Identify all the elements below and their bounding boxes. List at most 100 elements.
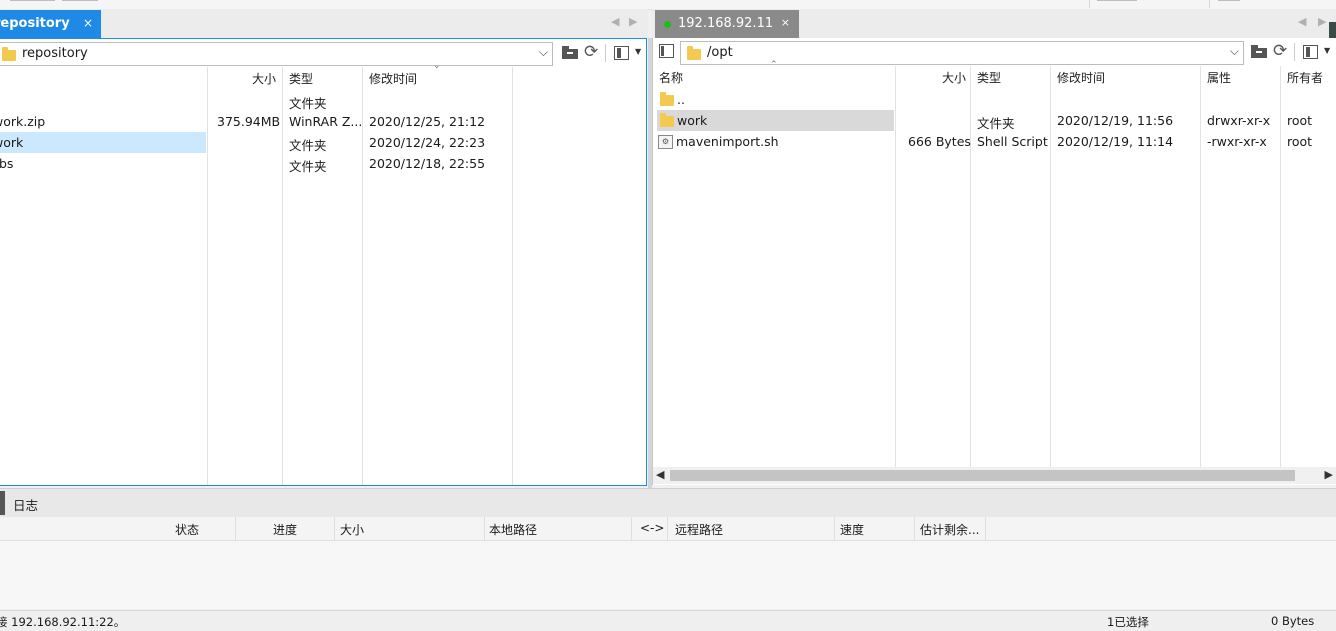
column-status[interactable]: 状态 [175, 521, 199, 538]
file-row-selected[interactable]: work [657, 110, 894, 131]
log-title[interactable]: 日志 [13, 495, 38, 514]
column-size[interactable]: 大小 [252, 70, 276, 87]
column-direction[interactable]: <-> [640, 521, 664, 535]
selection-size: 0 Bytes [1271, 614, 1315, 628]
tab-scroll-left-icon[interactable]: ◀ [1298, 15, 1306, 28]
remote-path-bar[interactable]: /opt ⌵ [680, 41, 1244, 65]
tab-scroll-right-icon[interactable]: ▶ [1318, 15, 1326, 28]
scroll-right-icon[interactable]: ▶ [1325, 468, 1333, 481]
transfer-column-header: 状态 进度 大小 本地路径 <-> 远程路径 速度 估计剩余... [0, 517, 1336, 541]
horizontal-scrollbar[interactable]: ◀ ▶ [653, 467, 1336, 484]
tab-local-repository[interactable]: repository × [0, 10, 101, 39]
file-type: WinRAR Z... [289, 114, 363, 129]
divider [1294, 43, 1295, 61]
tab-label: 192.168.92.11 [678, 16, 774, 31]
scrollbar-thumb[interactable] [670, 470, 1295, 481]
file-row-detail[interactable]: 文件夹 2020/12/24, 22:23 [207, 132, 637, 153]
file-name: work [0, 135, 24, 150]
file-row[interactable]: work.zip 375.94MB WinRAR Z... 2020/12/25… [0, 111, 640, 132]
refresh-icon[interactable]: ⟳ [1273, 43, 1291, 61]
sidebar-toggle-icon[interactable] [659, 44, 677, 62]
file-owner: root [1287, 134, 1313, 149]
chevron-down-icon[interactable]: ▼ [1324, 46, 1330, 55]
column-type[interactable]: 类型 [977, 69, 1001, 86]
folder-icon [687, 46, 701, 60]
file-row[interactable]: libs 文件夹 2020/12/18, 22:55 [0, 153, 640, 174]
chevron-down-icon[interactable]: ⌵ [1230, 44, 1239, 59]
chevron-down-icon[interactable]: ▼ [635, 47, 641, 56]
chevron-down-icon[interactable]: ⌵ [539, 45, 548, 60]
file-modified: 2020/12/24, 22:23 [369, 135, 486, 150]
tab-label: repository [0, 16, 70, 31]
selection-count: 1已选择 [1107, 615, 1149, 629]
log-panel-header: 日志 [0, 488, 1336, 518]
script-file-icon: ⚙ [658, 135, 673, 149]
column-eta[interactable]: 估计剩余... [920, 521, 979, 538]
column-remote-path[interactable]: 远程路径 [675, 521, 723, 538]
file-type: 文件夹 [289, 96, 327, 111]
column-attributes[interactable]: 属性 [1207, 69, 1231, 86]
file-attributes: drwxr-xr-x [1207, 113, 1271, 128]
tab-remote-session[interactable]: 192.168.92.11 × [655, 10, 799, 39]
tab-scroll-left-icon[interactable]: ◀ [611, 15, 619, 28]
local-path-bar[interactable]: repository ⌵ [0, 42, 553, 66]
column-divider [914, 517, 915, 540]
menu-fragment [62, 0, 98, 1]
view-layout-icon[interactable] [613, 44, 631, 62]
file-row[interactable]: ⚙ mavenimport.sh 666 Bytes Shell Script … [653, 131, 1336, 152]
column-divider [631, 517, 632, 540]
new-folder-icon[interactable] [1250, 43, 1268, 61]
column-divider [484, 517, 485, 540]
scroll-left-icon[interactable]: ◀ [656, 468, 664, 481]
column-modified[interactable]: 修改时间 [1057, 69, 1105, 86]
file-attributes: -rwxr-xr-x [1207, 134, 1267, 149]
file-modified: 2020/12/19, 11:14 [1057, 134, 1174, 149]
remote-file-panel: /opt ⌵ ⟳ ▼ 名称 ⌃ 大小 类型 修改时间 属性 所有者 .. wor… [652, 38, 1336, 485]
close-icon[interactable]: × [83, 16, 93, 30]
column-progress[interactable]: 进度 [273, 521, 297, 538]
file-name: work [677, 113, 708, 128]
file-name: mavenimport.sh [676, 134, 779, 149]
column-divider [235, 517, 236, 540]
column-modified[interactable]: 修改时间 [369, 70, 417, 87]
column-divider [985, 517, 986, 540]
close-icon[interactable]: × [781, 16, 790, 29]
file-owner: root [1287, 113, 1313, 128]
file-row[interactable]: 文件夹 [0, 90, 640, 111]
new-folder-icon[interactable] [561, 44, 579, 62]
file-row-selected[interactable]: work [0, 132, 206, 153]
column-owner[interactable]: 所有者 [1287, 69, 1323, 86]
local-column-header: 大小 类型 修改时间 ⌄ [0, 61, 646, 89]
column-size[interactable]: 大小 [340, 521, 364, 538]
local-file-panel: repository ⌵ ⟳ ▼ 大小 类型 修改时间 ⌄ 文件夹 work.z… [0, 38, 647, 486]
folder-icon [660, 113, 674, 127]
column-type[interactable]: 类型 [289, 70, 313, 87]
divider [1209, 0, 1210, 8]
column-size[interactable]: 大小 [942, 69, 966, 86]
file-modified: 2020/12/25, 21:12 [369, 114, 486, 129]
connected-status-icon [664, 21, 671, 28]
column-name[interactable]: 名称 [659, 69, 683, 86]
menu-fragment [1218, 0, 1240, 1]
remote-column-header: 名称 ⌃ 大小 类型 修改时间 属性 所有者 [653, 60, 1336, 88]
folder-icon [660, 92, 674, 106]
sort-arrow-icon: ⌃ [770, 60, 778, 70]
panel-marker [0, 491, 5, 515]
column-divider [667, 517, 668, 540]
column-local-path[interactable]: 本地路径 [489, 521, 537, 538]
transfer-list [0, 541, 1336, 609]
file-modified: 2020/12/19, 11:56 [1057, 113, 1174, 128]
file-type: 文件夹 [977, 116, 1015, 131]
file-type: Shell Script [977, 134, 1048, 149]
view-layout-icon[interactable] [1302, 43, 1320, 61]
sort-arrow-icon: ⌄ [433, 61, 441, 71]
file-row-parent[interactable]: .. [653, 89, 1336, 110]
tab-scroll-right-icon[interactable]: ▶ [629, 15, 637, 28]
refresh-icon[interactable]: ⟳ [584, 44, 602, 62]
divider [1089, 0, 1090, 8]
menu-fragment [1097, 0, 1137, 1]
file-row-detail[interactable]: 文件夹 2020/12/19, 11:56 drwxr-xr-x root [895, 110, 1336, 131]
connection-status-text: 接 192.168.92.11:22。 [0, 615, 126, 629]
remote-path-text: /opt [707, 45, 733, 60]
column-speed[interactable]: 速度 [840, 521, 864, 538]
